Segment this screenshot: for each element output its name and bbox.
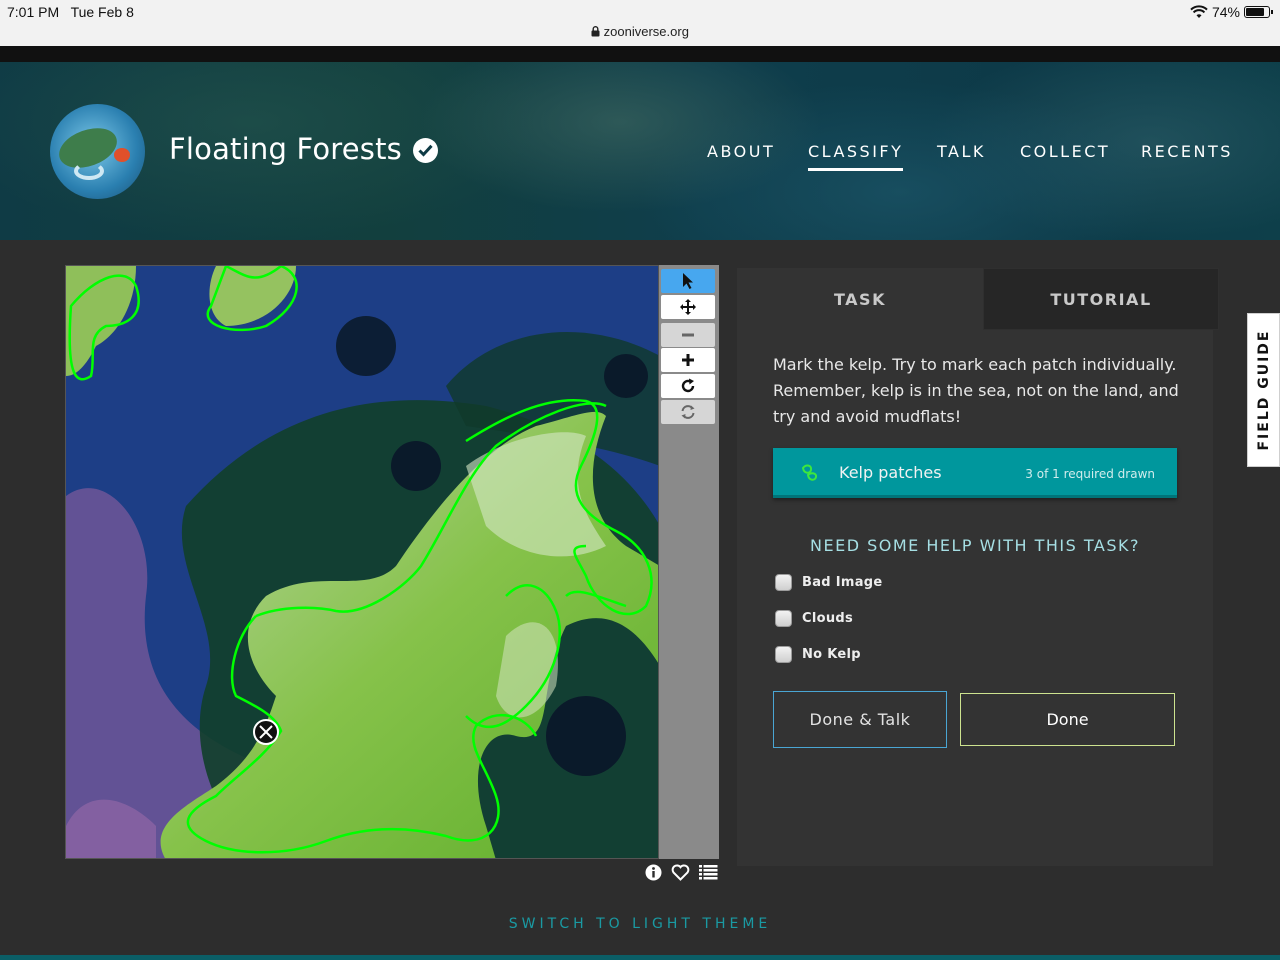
polygon-tool-icon [801,464,818,481]
checkbox-box[interactable] [775,645,792,663]
checkbox-label: Clouds [802,610,854,626]
zoom-out-icon [682,333,694,337]
project-avatar[interactable] [50,104,145,199]
wifi-icon [1190,5,1208,18]
status-date: Tue Feb 8 [70,4,134,20]
checkbox-label: No Kelp [802,646,861,662]
status-clock: 7:01 PM [7,4,60,20]
logo-wave-shape [74,162,104,180]
checkbox-clouds[interactable]: Clouds [775,607,853,629]
zoom-in-button[interactable] [661,348,715,372]
pointer-icon [683,273,693,289]
reset-view-button[interactable] [661,400,715,424]
move-icon [680,299,696,315]
rotate-button[interactable] [661,374,715,398]
address-bar[interactable]: zooniverse.org [0,24,1280,39]
battery-percent: 74% [1211,4,1240,20]
drawing-toolbar [659,265,719,859]
pointer-tool-button[interactable] [661,269,715,293]
tool-label: Kelp patches [839,463,942,482]
nav-recents[interactable]: RECENTS [1141,142,1233,161]
checkbox-label: Bad Image [802,574,883,590]
heart-icon [671,864,689,881]
info-button[interactable] [643,862,663,882]
project-title[interactable]: Floating Forests [169,132,402,166]
status-right: 74% [1190,4,1273,20]
rotate-icon [681,378,695,393]
switch-theme-button[interactable]: SWITCH TO LIGHT THEME [0,916,1280,932]
tab-tutorial[interactable]: TUTORIAL [983,268,1219,330]
battery-icon [1244,6,1273,18]
tab-task[interactable]: TASK [737,268,983,330]
favorite-button[interactable] [670,862,690,882]
task-panel: TASK TUTORIAL Mark the kelp. Try to mark… [737,268,1219,866]
browser-status-bar: 7:01 PM Tue Feb 8 74% zooniverse.org [0,0,1280,46]
subject-satellite-image[interactable] [66,266,659,859]
kelp-patches-tool-button[interactable]: Kelp patches 3 of 1 required drawn [773,448,1177,498]
help-link[interactable]: NEED SOME HELP WITH THIS TASK? [773,536,1177,555]
logo-fish-shape [114,148,130,162]
checkbox-box[interactable] [775,573,792,591]
checkbox-box[interactable] [775,609,792,627]
nav-classify[interactable]: CLASSIFY [808,142,904,171]
done-and-talk-button[interactable]: Done & Talk [773,691,947,748]
done-button[interactable]: Done [960,693,1175,746]
lock-icon [591,26,600,37]
nav-talk[interactable]: TALK [937,142,986,161]
task-tabs: TASK TUTORIAL [737,268,1219,330]
move-tool-button[interactable] [661,295,715,319]
nav-about[interactable]: ABOUT [707,142,775,161]
list-icon [698,865,717,880]
browser-toolbar-strip [0,46,1280,62]
status-time: 7:01 PM Tue Feb 8 [7,4,134,20]
info-icon [645,864,661,880]
zoom-in-icon [682,354,694,366]
url-text: zooniverse.org [603,24,689,39]
nav-collect[interactable]: COLLECT [1020,142,1110,161]
project-header: Floating Forests ABOUT CLASSIFY TALK COL… [0,62,1280,240]
tool-count: 3 of 1 required drawn [1025,467,1155,481]
collect-button[interactable] [698,862,718,882]
field-guide-tab[interactable]: FIELD GUIDE [1247,313,1280,467]
task-instructions: Mark the kelp. Try to mark each patch in… [773,355,1179,426]
subject-image-viewer[interactable] [65,265,659,859]
zoom-out-button[interactable] [661,323,715,347]
field-guide-label: FIELD GUIDE [1255,329,1272,451]
verified-badge-icon [413,138,438,163]
footer-strip [0,955,1280,960]
checkbox-no-kelp[interactable]: No Kelp [775,643,861,665]
checkbox-bad-image[interactable]: Bad Image [775,571,883,593]
reset-icon [681,405,695,419]
